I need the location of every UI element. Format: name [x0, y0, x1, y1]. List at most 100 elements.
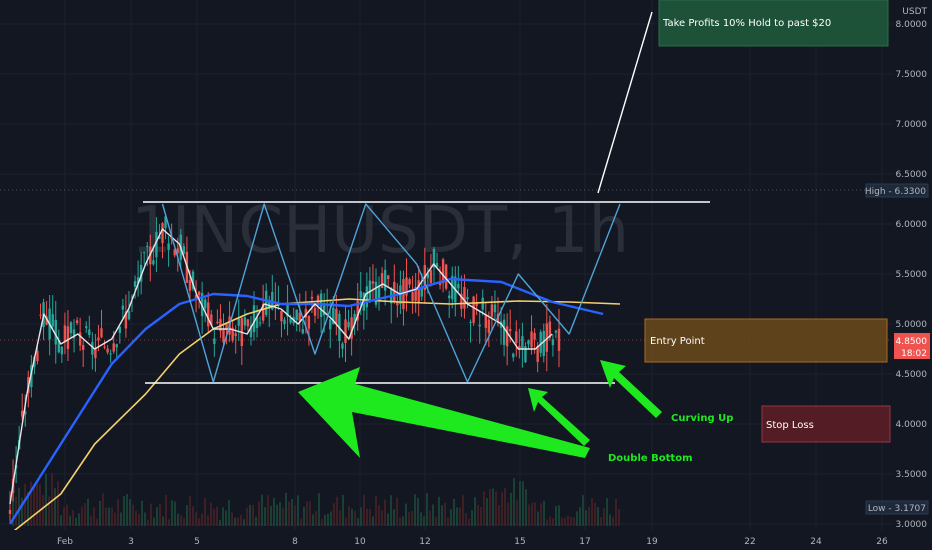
candle-body: [380, 273, 384, 288]
candle-body: [301, 329, 304, 334]
volume-bar: [219, 519, 221, 526]
volume-bar: [327, 513, 329, 526]
candle-body: [143, 252, 146, 254]
volume-bar: [201, 513, 203, 526]
volume-bar: [123, 495, 125, 526]
candle-body: [466, 297, 469, 300]
volume-bar: [420, 512, 422, 526]
volume-bar: [153, 517, 155, 526]
volume-bar: [165, 494, 167, 526]
volume-bar: [273, 497, 275, 526]
watermark-text: 1INCHUSDT, 1h: [131, 194, 629, 268]
volume-bar: [276, 504, 278, 526]
candle-body: [88, 329, 91, 336]
volume-bar: [519, 481, 521, 526]
volume-bar: [591, 498, 593, 526]
x-tick-label: 5: [194, 537, 200, 547]
volume-bar: [24, 483, 26, 526]
volume-bar: [159, 503, 161, 526]
x-tick-label: 3: [128, 537, 134, 547]
double-bottom-label: Double Bottom: [608, 453, 692, 464]
volume-bar: [363, 494, 365, 526]
volume-bar: [579, 507, 581, 526]
volume-bar: [564, 517, 566, 526]
candle-body: [97, 337, 100, 341]
candle-body: [502, 319, 506, 345]
candle-body: [444, 264, 448, 289]
candle-body: [112, 343, 115, 352]
volume-bar: [66, 504, 68, 526]
volume-bar: [108, 507, 110, 526]
volume-bar: [162, 516, 164, 526]
candle-body: [82, 345, 85, 350]
y-tick-label: 5.5000: [896, 270, 928, 280]
candle-body: [115, 344, 118, 348]
volume-bar: [447, 517, 449, 526]
volume-bar: [606, 498, 608, 526]
volume-bar: [534, 502, 536, 526]
volume-bar: [312, 514, 314, 526]
volume-bar: [294, 505, 296, 526]
candle-body: [411, 292, 414, 301]
volume-bar: [171, 500, 173, 526]
volume-bar: [306, 501, 308, 526]
volume-bar: [105, 507, 107, 526]
volume-bar: [303, 506, 305, 526]
volume-bar: [474, 497, 476, 526]
volume-bar: [393, 509, 395, 526]
x-tick-label: 22: [744, 537, 755, 547]
candle-body: [478, 324, 481, 327]
candle-body: [298, 312, 301, 321]
currency-label: USDT: [902, 7, 927, 17]
volume-bar: [471, 510, 473, 526]
candle-body: [8, 509, 12, 514]
volume-bar: [381, 510, 383, 526]
volume-bar: [228, 499, 230, 526]
volume-bar: [372, 516, 374, 526]
volume-bar: [597, 507, 599, 526]
volume-bar: [255, 516, 257, 526]
volume-bar: [537, 511, 539, 526]
countdown-text: 18:02: [901, 349, 927, 359]
volume-bar: [339, 510, 341, 526]
candle-body: [78, 332, 82, 346]
volume-bar: [390, 495, 392, 526]
volume-bar: [441, 505, 443, 526]
volume-bar: [282, 507, 284, 526]
candle-body: [551, 339, 555, 346]
volume-bar: [543, 500, 545, 526]
volume-bar: [240, 514, 242, 526]
volume-bar: [429, 510, 431, 526]
volume-bar: [243, 519, 245, 526]
candle-body: [100, 328, 103, 338]
x-tick-label: 26: [876, 537, 888, 547]
volume-bar: [408, 512, 410, 526]
volume-bar: [375, 496, 377, 526]
volume-bar: [582, 495, 584, 526]
candle-body: [505, 326, 509, 347]
volume-bar: [249, 504, 251, 526]
volume-bar: [96, 518, 98, 526]
candle-body: [161, 223, 164, 244]
volume-bar: [465, 513, 467, 526]
volume-bar: [279, 502, 281, 526]
volume-bar: [270, 506, 272, 526]
y-tick-label: 3.5000: [896, 470, 928, 480]
current-price-text: 4.8500: [896, 337, 928, 347]
volume-bar: [384, 499, 386, 526]
candle-body: [265, 290, 268, 315]
volume-bar: [555, 506, 557, 526]
volume-bar: [360, 507, 362, 526]
candle-body: [469, 321, 472, 323]
candle-body: [448, 295, 451, 299]
curving-up-label: Curving Up: [671, 413, 733, 424]
volume-bar: [510, 492, 512, 526]
volume-bar: [78, 513, 80, 526]
candle-body: [387, 275, 390, 280]
volume-bar: [333, 503, 335, 526]
candle-body: [521, 336, 524, 350]
y-tick-label: 7.0000: [896, 120, 928, 130]
volume-bar: [387, 513, 389, 526]
entry-point-label: Entry Point: [650, 336, 705, 347]
candle-body: [408, 279, 411, 285]
